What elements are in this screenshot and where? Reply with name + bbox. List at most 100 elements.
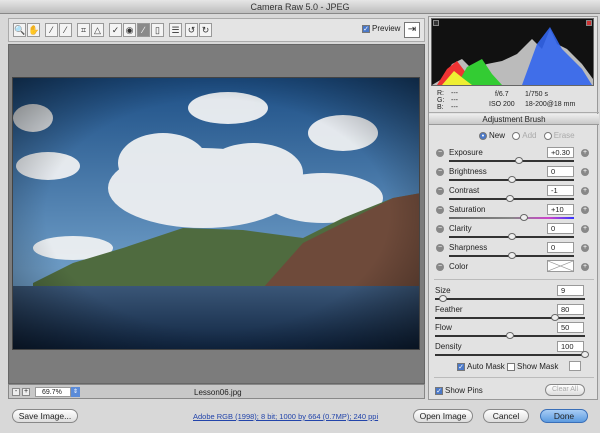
plus-icon[interactable]: + (581, 187, 589, 195)
show-pins-checkbox[interactable]: ✓ Show Pins (435, 386, 483, 395)
graduated-filter-tool[interactable]: ▯ (151, 23, 164, 37)
radio-erase[interactable]: Erase (543, 131, 575, 140)
lens: 18-200@18 mm (525, 101, 576, 108)
rotate-ccw-icon: ↺ (187, 25, 196, 35)
slider-track[interactable] (435, 350, 589, 358)
zoom-tool[interactable]: 🔍 (13, 23, 26, 37)
hand-icon: ✋ (28, 25, 40, 35)
slider-value-input[interactable]: +10 (547, 204, 574, 215)
done-button[interactable]: Done (540, 409, 588, 423)
slider-clarity: − + Clarity 0 (429, 223, 599, 242)
slider-thumb[interactable] (507, 252, 516, 259)
slider-thumb[interactable] (438, 295, 447, 302)
slider-saturation: − + Saturation +10 (429, 204, 599, 223)
slider-thumb[interactable] (506, 332, 514, 339)
slider-track[interactable] (449, 195, 574, 202)
plus-icon[interactable]: + (581, 263, 589, 271)
minus-icon[interactable]: − (436, 149, 444, 157)
plus-icon[interactable]: + (581, 206, 589, 214)
white-balance-tool[interactable]: ⁄ (45, 23, 58, 37)
histogram (431, 18, 594, 86)
radio-add[interactable]: Add (512, 131, 536, 140)
adjustment-brush-tool[interactable]: ∕ (137, 23, 150, 37)
slider-exposure: − + Exposure +0.30 (429, 147, 599, 166)
fullscreen-toggle[interactable]: ⇥ (404, 22, 420, 38)
slider-value-input[interactable]: 50 (557, 322, 584, 333)
show-mask-checkbox[interactable]: Show Mask (507, 362, 558, 371)
white-balance-icon: ⁄ (50, 25, 53, 35)
red-eye-tool[interactable]: ◉ (123, 23, 136, 37)
rotate-cw-tool[interactable]: ↻ (199, 23, 212, 37)
minus-icon[interactable]: − (436, 263, 444, 271)
clear-all-button[interactable]: Clear All (545, 384, 585, 396)
slider-track[interactable] (449, 252, 574, 259)
slider-track[interactable] (435, 313, 585, 321)
open-image-button[interactable]: Open Image (413, 409, 473, 423)
cancel-button[interactable]: Cancel (483, 409, 529, 423)
minus-icon[interactable]: − (436, 187, 444, 195)
color-sampler-tool[interactable]: ⁄ (59, 23, 72, 37)
slider-thumb[interactable] (515, 157, 523, 164)
slider-feather: Feather 80 (429, 303, 599, 323)
slider-value-input[interactable]: 0 (547, 223, 574, 234)
minus-icon[interactable]: − (436, 244, 444, 252)
slider-thumb[interactable] (551, 313, 559, 321)
crop-icon: ⌗ (80, 25, 87, 35)
workflow-options-link[interactable]: Adobe RGB (1998); 8 bit; 1000 by 664 (0.… (193, 412, 378, 421)
slider-thumb[interactable] (506, 195, 515, 202)
radio-new[interactable]: • New (479, 131, 505, 140)
save-image-button[interactable]: Save Image... (12, 409, 78, 423)
color-label: Color (449, 262, 469, 271)
image-preview[interactable] (12, 77, 420, 350)
straighten-tool[interactable]: △ (91, 23, 104, 37)
slider-thumb[interactable] (581, 350, 589, 358)
preferences-tool[interactable]: ☰ (169, 23, 182, 37)
crop-tool[interactable]: ⌗ (77, 23, 90, 37)
slider-track[interactable] (449, 157, 574, 164)
slider-value-input[interactable]: 0 (547, 166, 574, 177)
rotate-ccw-tool[interactable]: ↺ (185, 23, 198, 37)
slider-label: Size (435, 286, 451, 295)
highlight-clipping-toggle[interactable] (586, 20, 592, 26)
slider-label: Sharpness (449, 243, 488, 252)
plus-icon[interactable]: + (581, 225, 589, 233)
slider-thumb[interactable] (507, 233, 516, 240)
minus-icon[interactable]: − (436, 206, 444, 214)
preview-checkbox[interactable]: ✓ Preview (362, 24, 400, 33)
minus-icon[interactable]: − (436, 225, 444, 233)
r-label: R: (437, 90, 444, 97)
plus-icon[interactable]: + (581, 168, 589, 176)
auto-mask-checkbox[interactable]: ✓ Auto Mask (457, 362, 505, 371)
slider-track[interactable] (435, 332, 585, 339)
b-label: B: (437, 104, 444, 111)
slider-label: Exposure (449, 148, 483, 157)
zoom-in-button[interactable]: + (22, 388, 30, 396)
slider-value-input[interactable]: 100 (557, 340, 584, 352)
chevron-updown-icon[interactable]: ⇕ (71, 387, 80, 397)
mask-color-swatch[interactable] (569, 361, 581, 371)
slider-value-input[interactable]: 0 (547, 242, 574, 253)
r-value: --- (451, 90, 458, 97)
plus-icon[interactable]: + (581, 244, 589, 252)
slider-value-input[interactable]: 9 (557, 285, 584, 296)
spot-removal-tool[interactable]: ✓ (109, 23, 122, 37)
slider-value-input[interactable]: +0.30 (547, 147, 574, 158)
slider-thumb[interactable] (507, 176, 516, 183)
slider-track[interactable] (435, 295, 585, 302)
slider-track[interactable] (449, 176, 574, 183)
slider-label: Clarity (449, 224, 472, 233)
shadow-clipping-toggle[interactable] (433, 20, 439, 26)
slider-value-input[interactable]: -1 (547, 185, 574, 196)
plus-icon[interactable]: + (581, 149, 589, 157)
color-swatch[interactable] (547, 260, 574, 272)
slider-track[interactable] (449, 214, 574, 221)
zoom-level-select[interactable]: 69.7% (35, 387, 71, 397)
slider-thumb[interactable] (520, 214, 528, 221)
slider-value-input[interactable]: 80 (557, 303, 584, 315)
g-value: --- (451, 97, 458, 104)
zoom-out-button[interactable]: - (12, 388, 20, 396)
slider-track[interactable] (449, 233, 574, 240)
slider-contrast: − + Contrast -1 (429, 185, 599, 204)
minus-icon[interactable]: − (436, 168, 444, 176)
hand-tool[interactable]: ✋ (27, 23, 40, 37)
